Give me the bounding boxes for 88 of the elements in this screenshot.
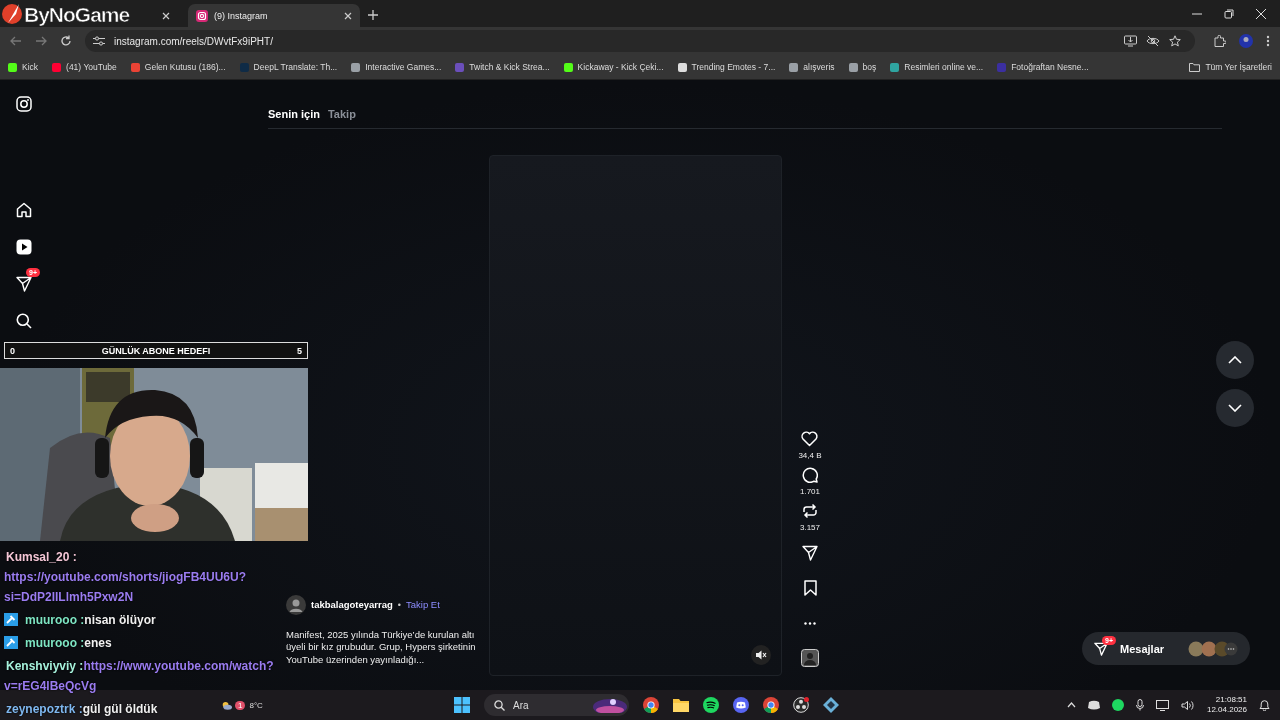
chevron-up-icon — [1228, 356, 1242, 364]
search-icon — [494, 699, 505, 711]
restore-icon[interactable] — [1224, 8, 1234, 19]
bell-icon[interactable] — [1259, 699, 1270, 711]
author-name[interactable]: takbalagoteyarrag — [311, 599, 393, 610]
volume-icon[interactable] — [1180, 699, 1195, 711]
bookmark[interactable]: alışveris — [789, 62, 835, 72]
channel-logo-drawing: ByNoGame — [0, 1, 136, 27]
address-bar[interactable]: instagram.com/reels/DWvtFx9iPHT/ — [85, 30, 1195, 52]
clock-time[interactable]: 21:08:51 — [1215, 695, 1247, 705]
bookmark[interactable]: (41) YouTube — [52, 62, 117, 72]
app-icon[interactable] — [823, 697, 839, 713]
chat-message: Kumsal_20 : https://youtube.com/shorts/jiogFB4UU6U?si=DdP2IILlmh5Pxw2N — [4, 549, 247, 606]
play-icon[interactable] — [16, 239, 32, 255]
weather-widget[interactable]: 1 8°C — [222, 700, 263, 711]
bookmark[interactable]: Twitch & Kick Strea... — [455, 62, 550, 72]
caption-text: Manifest, 2025 yılında Türkiye’de kurulan altı üyeli bir kız grubudur. Grup, Hypers şirketinin YouTube üzerinden yayınladığı... — [286, 628, 476, 666]
next-reel-button[interactable] — [1216, 389, 1254, 427]
folder-icon — [1189, 62, 1201, 72]
bookmark[interactable]: Gelen Kutusu (186)... — [130, 62, 226, 72]
bookmark[interactable]: Kick — [8, 62, 39, 72]
taskbar-search-field[interactable]: Ara — [484, 694, 629, 716]
chat-message: zeynepoztrk :gül gül öldük — [5, 701, 158, 718]
goal-title: GÜNLÜK ABONE HEDEFI — [101, 345, 211, 356]
close-icon[interactable] — [344, 11, 352, 20]
windows-start-icon[interactable] — [454, 697, 470, 713]
feed-tab[interactable]: Senin için — [268, 108, 320, 120]
close-icon[interactable] — [1256, 8, 1266, 19]
plus-icon[interactable] — [368, 10, 378, 20]
close-icon[interactable] — [162, 11, 170, 20]
caret-up-icon[interactable] — [1066, 702, 1076, 708]
repost-icon[interactable] — [802, 503, 818, 519]
goal-start: 0 — [10, 345, 15, 356]
goal-target: 5 — [296, 345, 302, 356]
instagram-icon — [196, 9, 208, 22]
bookmark[interactable]: boş — [848, 62, 877, 72]
comment-icon[interactable] — [802, 467, 818, 483]
site-settings-icon[interactable] — [93, 36, 105, 46]
clock-date[interactable]: 12.04.2026 — [1206, 705, 1247, 715]
author-avatar-icon[interactable] — [286, 594, 306, 615]
bookmark[interactable]: Interactive Games... — [351, 62, 442, 72]
chat-message: muurooo :enes — [24, 635, 112, 652]
bookmark[interactable]: DeepL Translate: Th... — [239, 62, 338, 72]
more-icon[interactable] — [804, 621, 816, 625]
star-icon[interactable] — [1169, 35, 1181, 47]
obs-icon[interactable] — [793, 697, 809, 713]
bookmark[interactable]: Trending Emotes - 7... — [677, 62, 776, 72]
feed-tab[interactable]: Takip — [327, 108, 356, 120]
follow-link[interactable]: Takip Et — [406, 599, 440, 610]
chevron-down-icon — [1228, 404, 1242, 412]
profile-avatar-icon[interactable] — [1239, 34, 1253, 48]
back-icon[interactable] — [10, 35, 22, 47]
search-icon[interactable] — [16, 313, 32, 329]
action-count: 1.701 — [800, 487, 820, 496]
reload-icon[interactable] — [60, 35, 72, 47]
bookmark[interactable]: Kickaway - Kick Çeki... — [563, 62, 664, 72]
spotify-icon[interactable] — [703, 697, 719, 713]
muted-speaker-icon[interactable] — [751, 645, 771, 665]
send-icon[interactable] — [802, 545, 818, 561]
separator-dot: • — [397, 599, 401, 610]
chrome-icon[interactable] — [643, 697, 659, 713]
menu-icon[interactable] — [1266, 35, 1270, 47]
avatar-stack-icon — [1188, 640, 1238, 657]
microphone-icon[interactable] — [1135, 699, 1144, 711]
instagram-logo[interactable] — [16, 96, 32, 112]
folder-icon[interactable] — [673, 698, 689, 712]
spotify-icon[interactable] — [1111, 699, 1124, 711]
notification-badge: 1 — [235, 701, 246, 710]
heart-icon[interactable] — [801, 431, 819, 447]
audio-thumbnail-icon[interactable] — [801, 649, 819, 667]
previous-reel-button[interactable] — [1216, 341, 1254, 379]
chrome-icon[interactable] — [763, 697, 779, 713]
bookmark-folder[interactable]: Tüm Yer İşaretleri — [1189, 62, 1272, 72]
bookmark[interactable]: Resimleri online ve... — [890, 62, 984, 72]
send-icon[interactable] — [16, 276, 32, 292]
action-count: 34,4 B — [798, 451, 822, 460]
chat-message: Kenshviyviy :https://www.youtube.com/watch?v=rEG4lBeQcVg — [4, 658, 275, 695]
browser-tab[interactable]: (9) Instagram — [188, 4, 360, 27]
hidden-eye-icon[interactable] — [1146, 35, 1160, 47]
forward-icon[interactable] — [35, 35, 47, 47]
home-icon[interactable] — [16, 202, 32, 218]
bookmark-icon[interactable] — [803, 580, 817, 596]
bookmark[interactable]: Fotoğraftan Nesne... — [997, 62, 1089, 72]
puzzle-icon[interactable] — [1214, 35, 1226, 47]
install-icon[interactable] — [1124, 35, 1137, 47]
weather-cloud-icon — [222, 701, 232, 710]
chat-message: muurooo :nisan ölüyor — [24, 612, 156, 629]
action-count: 3.157 — [800, 523, 820, 532]
